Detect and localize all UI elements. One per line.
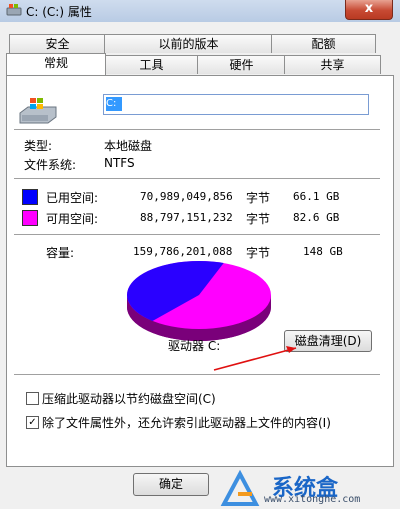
index-checkbox[interactable]: ✓ bbox=[26, 416, 39, 429]
separator bbox=[14, 178, 380, 179]
separator bbox=[14, 374, 380, 375]
disk-cleanup-button[interactable]: 磁盘清理(D) bbox=[284, 330, 372, 352]
tab-hardware[interactable]: 硬件 bbox=[197, 55, 286, 74]
tab-previous-versions[interactable]: 以前的版本 bbox=[104, 34, 273, 53]
capacity-label: 容量: bbox=[46, 246, 75, 260]
tab-general[interactable]: 常规 bbox=[6, 53, 106, 75]
type-label: 类型: bbox=[24, 139, 53, 153]
drive-icon bbox=[6, 4, 22, 16]
type-value: 本地磁盘 bbox=[104, 139, 153, 153]
free-space-size: 82.6 GB bbox=[293, 211, 340, 224]
title-bar: C: (C:) 属性 x bbox=[0, 0, 400, 22]
capacity-size: 148 GB bbox=[303, 245, 343, 258]
filesystem-value: NTFS bbox=[104, 156, 135, 170]
drive-label: 驱动器 C: bbox=[168, 339, 221, 353]
compress-checkbox[interactable] bbox=[26, 392, 39, 405]
tab-quota[interactable]: 配额 bbox=[271, 34, 376, 53]
used-space-bytes: 70,989,049,856 bbox=[140, 190, 233, 203]
filesystem-label: 文件系统: bbox=[24, 158, 77, 172]
free-space-unit: 字节 bbox=[246, 212, 271, 226]
drive-name-value: C: bbox=[106, 97, 122, 111]
watermark-url: www.xitonghe.com bbox=[264, 494, 361, 505]
used-space-label: 已用空间: bbox=[46, 191, 99, 205]
window-title: C: (C:) 属性 bbox=[26, 5, 92, 19]
drive-icon bbox=[19, 98, 57, 124]
free-space-bytes: 88,797,151,232 bbox=[140, 211, 233, 224]
used-space-unit: 字节 bbox=[246, 191, 271, 205]
separator bbox=[14, 234, 380, 235]
close-button[interactable]: x bbox=[345, 0, 393, 20]
tab-security[interactable]: 安全 bbox=[9, 34, 106, 53]
used-space-swatch bbox=[22, 189, 38, 205]
separator bbox=[14, 129, 380, 130]
tab-sharing[interactable]: 共享 bbox=[284, 55, 381, 74]
free-space-swatch bbox=[22, 210, 38, 226]
compress-label[interactable]: 压缩此驱动器以节约磁盘空间(C) bbox=[42, 390, 216, 407]
disk-usage-pie bbox=[127, 261, 271, 341]
used-space-size: 66.1 GB bbox=[293, 190, 340, 203]
free-space-label: 可用空间: bbox=[46, 212, 99, 226]
tab-tools[interactable]: 工具 bbox=[104, 55, 199, 74]
drive-name-input[interactable]: C: bbox=[103, 94, 369, 115]
ok-button[interactable]: 确定 bbox=[133, 473, 209, 496]
index-label[interactable]: 除了文件属性外，还允许索引此驱动器上文件的内容(I) bbox=[42, 414, 331, 431]
